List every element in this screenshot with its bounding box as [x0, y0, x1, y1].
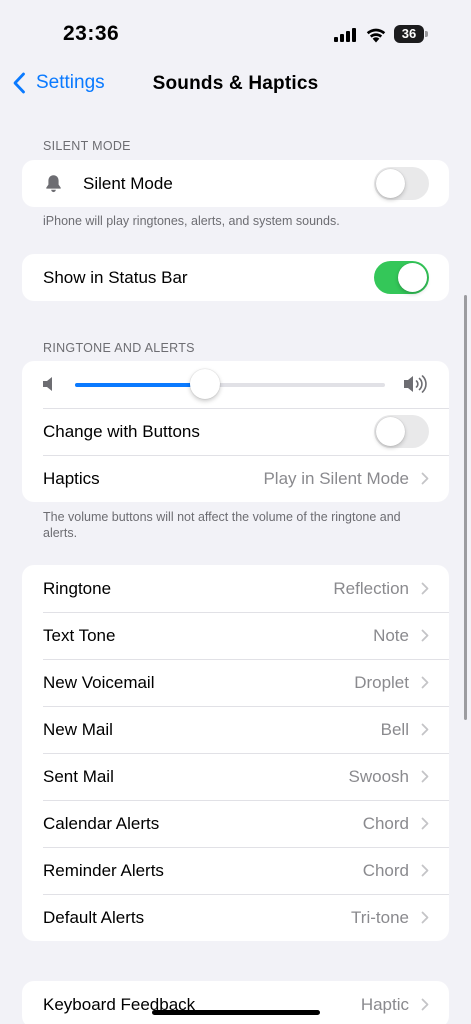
scroll-indicator[interactable]: [464, 295, 467, 720]
change-with-buttons-row: Change with Buttons: [22, 408, 449, 455]
haptics-row[interactable]: Haptics Play in Silent Mode: [22, 455, 449, 502]
battery-level: 36: [401, 26, 417, 41]
silent-mode-row: Silent Mode: [22, 160, 449, 207]
chevron-right-icon: [421, 582, 429, 595]
volume-slider[interactable]: [75, 383, 385, 387]
silent-mode-header: SILENT MODE: [43, 139, 131, 153]
chevron-right-icon: [421, 723, 429, 736]
sound-row-label: Text Tone: [43, 625, 116, 645]
sound-row-label: Calendar Alerts: [43, 813, 160, 833]
change-with-buttons-toggle[interactable]: [374, 415, 429, 448]
chevron-right-icon: [421, 911, 429, 924]
show-in-status-bar-label: Show in Status Bar: [43, 267, 188, 287]
keyboard-group: Keyboard Feedback Haptic: [22, 981, 449, 1024]
sound-row-label: Ringtone: [43, 578, 112, 598]
change-with-buttons-label: Change with Buttons: [43, 421, 200, 441]
status-bar-setting-group: Show in Status Bar: [22, 254, 449, 301]
sound-row[interactable]: Calendar Alerts Chord: [22, 800, 449, 847]
status-bar: 23:36 36: [0, 0, 471, 62]
sounds-group: Ringtone Reflection Text Tone Note New Voice…: [22, 565, 449, 941]
cellular-signal-icon: [334, 28, 356, 42]
volume-slider-row: [22, 361, 449, 408]
chevron-right-icon: [421, 864, 429, 877]
navigation-bar: Settings Sounds & Haptics: [0, 62, 471, 106]
sound-row[interactable]: Ringtone Reflection: [22, 565, 449, 612]
sound-row-value: Chord: [362, 813, 409, 833]
ringtone-alerts-footer: The volume buttons will not affect the v…: [43, 510, 401, 540]
silent-mode-group: Silent Mode: [22, 160, 449, 207]
volume-slider-thumb[interactable]: [190, 369, 220, 399]
battery-icon: 36: [394, 25, 428, 43]
sound-row-label: New Voicemail: [43, 672, 155, 692]
sound-row-label: New Mail: [43, 719, 113, 739]
sound-row[interactable]: Sent Mail Swoosh: [22, 753, 449, 800]
sound-row[interactable]: New Mail Bell: [22, 706, 449, 753]
show-in-status-bar-row: Show in Status Bar: [22, 254, 449, 301]
wifi-icon: [366, 28, 386, 43]
sound-row-label: Sent Mail: [43, 766, 114, 786]
home-indicator[interactable]: [152, 1010, 320, 1015]
speaker-high-icon: [404, 375, 427, 393]
chevron-right-icon: [421, 998, 429, 1011]
sound-row[interactable]: New Voicemail Droplet: [22, 659, 449, 706]
sound-row-value: Bell: [380, 719, 409, 739]
silent-mode-toggle[interactable]: [374, 167, 429, 200]
sound-row-value: Droplet: [354, 672, 409, 692]
sound-row-value: Reflection: [333, 578, 409, 598]
chevron-right-icon: [421, 629, 429, 642]
keyboard-feedback-row[interactable]: Keyboard Feedback Haptic: [22, 981, 449, 1024]
sound-row[interactable]: Text Tone Note: [22, 612, 449, 659]
volume-slider-fill: [75, 383, 205, 387]
bell-icon: [46, 175, 61, 193]
sound-row-value: Tri-tone: [351, 907, 409, 927]
sound-row[interactable]: Default Alerts Tri-tone: [22, 894, 449, 941]
sound-row-label: Reminder Alerts: [43, 860, 164, 880]
chevron-right-icon: [421, 770, 429, 783]
sound-row-value: Swoosh: [348, 766, 409, 786]
show-in-status-bar-toggle[interactable]: [374, 261, 429, 294]
haptics-label: Haptics: [43, 468, 100, 488]
keyboard-feedback-value: Haptic: [360, 994, 409, 1014]
screen: 23:36 36 Settings Sounds & Haptics SILEN…: [0, 0, 471, 1024]
chevron-right-icon: [421, 472, 429, 485]
page-title: Sounds & Haptics: [152, 73, 319, 94]
ringtone-alerts-group: Change with Buttons Haptics Play in Sile…: [22, 361, 449, 502]
ringtone-alerts-header: RINGTONE AND ALERTS: [43, 341, 195, 355]
silent-mode-label: Silent Mode: [83, 173, 173, 193]
chevron-right-icon: [421, 676, 429, 689]
sound-row-value: Chord: [362, 860, 409, 880]
silent-mode-footer: iPhone will play ringtones, alerts, and …: [43, 214, 340, 228]
chevron-right-icon: [421, 817, 429, 830]
status-time: 23:36: [63, 22, 120, 45]
speaker-low-icon: [43, 377, 52, 391]
sound-row-label: Default Alerts: [43, 907, 145, 927]
sound-row-value: Note: [373, 625, 409, 645]
sound-row[interactable]: Reminder Alerts Chord: [22, 847, 449, 894]
haptics-value: Play in Silent Mode: [263, 468, 409, 488]
